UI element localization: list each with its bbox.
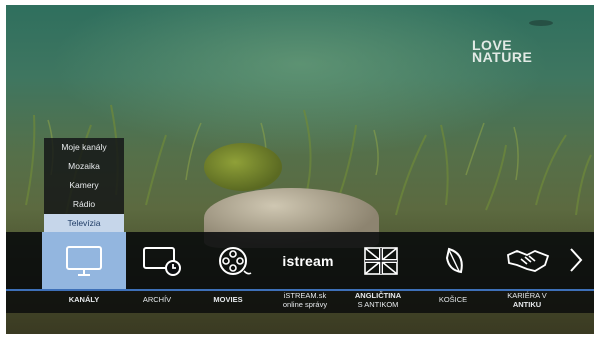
- submenu-item-radio[interactable]: Rádio: [44, 195, 124, 214]
- istream-logo: istream: [282, 252, 334, 269]
- screen-clock-icon: [143, 246, 181, 276]
- menu-item-istream[interactable]: istream: [266, 232, 350, 289]
- channel-logo: LOVE NATURE: [472, 38, 533, 65]
- menu-item-movies[interactable]: [192, 232, 276, 289]
- channels-submenu: Moje kanály Mozaika Kamery Rádio Televíz…: [44, 138, 124, 233]
- submenu-item-moje-kanaly[interactable]: Moje kanály: [44, 138, 124, 157]
- chevron-right-icon[interactable]: [566, 245, 586, 275]
- film-reel-icon: [219, 246, 252, 275]
- handshake-icon: [507, 249, 550, 272]
- menu-label-kariera-line1: KARIÉRA V: [507, 291, 547, 300]
- menu-label-movies: MOVIES: [213, 295, 243, 304]
- submenu-item-televizia[interactable]: Televízia: [44, 214, 124, 233]
- submenu-item-kamery[interactable]: Kamery: [44, 176, 124, 195]
- menu-label-kariera-line2: ANTIKU: [512, 300, 542, 309]
- menu-item-kosice[interactable]: [412, 232, 496, 289]
- menu-item-anglictina[interactable]: [339, 232, 423, 289]
- tv-icon: [66, 245, 102, 276]
- menu-label-anglictina-line2: S ANTIKOM: [357, 300, 399, 309]
- menu-label-anglictina: ANGLIČTINA S ANTIKOM: [335, 291, 421, 309]
- sponge: [204, 143, 282, 191]
- menu-label-anglictina-line1: ANGLIČTINA: [354, 291, 402, 300]
- menu-item-kanaly[interactable]: [42, 232, 126, 289]
- submenu-item-mozaika[interactable]: Mozaika: [44, 157, 124, 176]
- menu-item-kariera[interactable]: [486, 232, 570, 289]
- uk-flag-icon: [364, 246, 398, 275]
- leaf-icon: [445, 247, 463, 273]
- menu-label-kariera: KARIÉRA V ANTIKU: [484, 291, 570, 309]
- channel-logo-line2: NATURE: [472, 49, 533, 65]
- video-background: LOVE NATURE Moje kanály Mozaika Kamery R…: [6, 5, 594, 334]
